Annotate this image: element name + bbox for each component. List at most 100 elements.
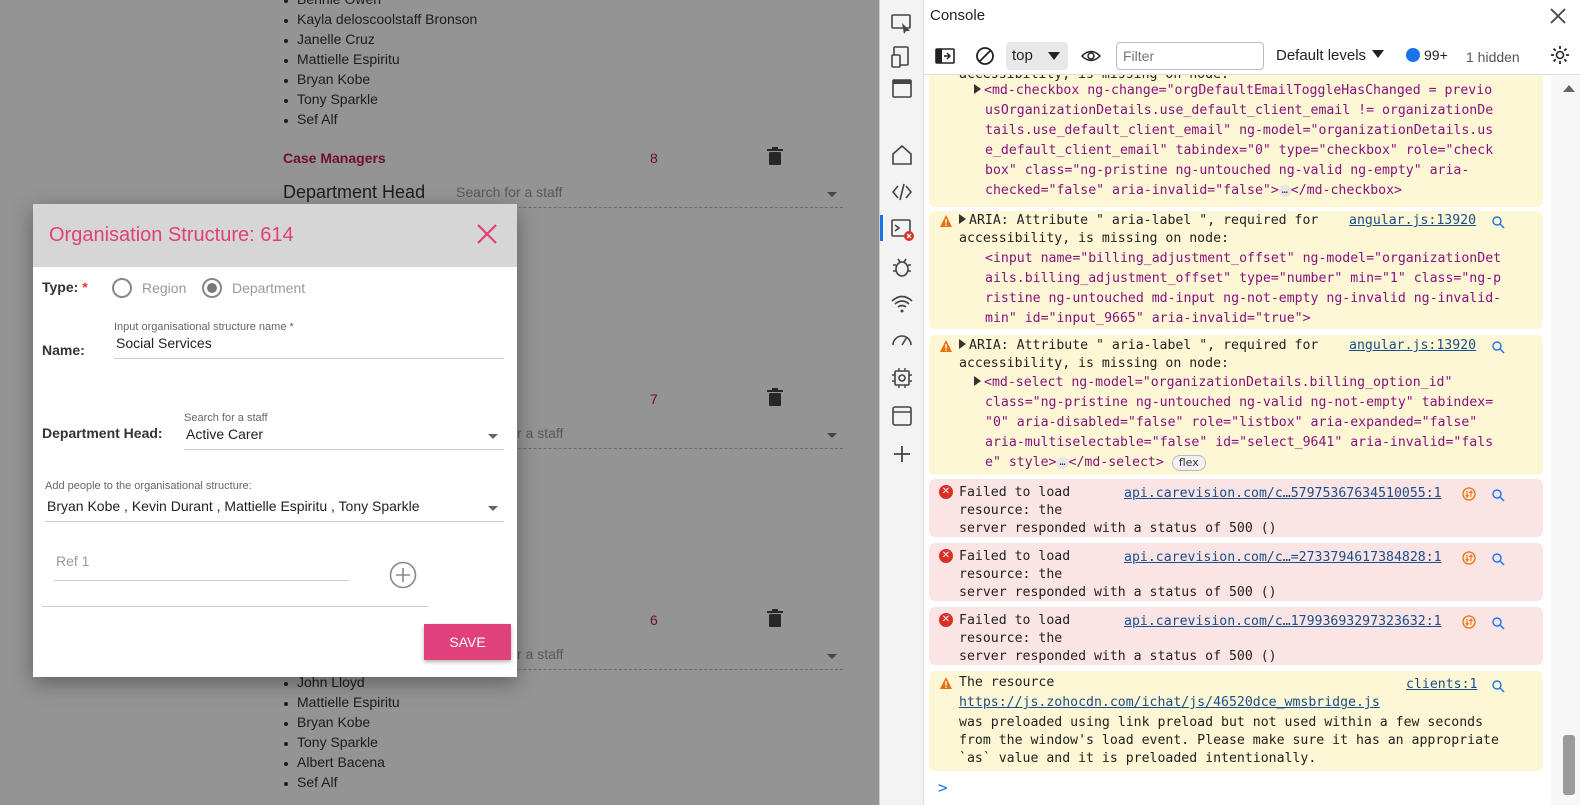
code-line: tails.use_default_client_email" ng-model… [985, 123, 1494, 138]
source-link[interactable]: api.carevision.com/c…17993693297323632:1 [1124, 612, 1442, 632]
source-link[interactable]: api.carevision.com/c…=2733794617384828:1 [1124, 548, 1442, 568]
network-request-icon[interactable] [1462, 551, 1476, 565]
source-link[interactable]: clients:1 [1406, 675, 1477, 695]
console-warning: ARIA: Attribute " aria-label ", required… [929, 335, 1543, 475]
code-line: min" id="input_9665" aria-invalid="true"… [985, 311, 1311, 326]
code-line: usOrganizationDetails.use_default_client… [985, 103, 1494, 118]
console-toolbar: top Default levels 99+ 1 hidden [924, 38, 1580, 75]
error-icon: ✕ [939, 549, 953, 563]
performance-icon[interactable] [890, 329, 914, 353]
message-text: The resource [959, 675, 1055, 690]
message-text: accessibility, is missing on node: [959, 231, 1229, 246]
filter-input[interactable] [1116, 42, 1264, 70]
code-line: <input name="billing_adjustment_offset" … [985, 251, 1502, 266]
console-icon[interactable] [890, 217, 914, 241]
clear-console-icon[interactable] [974, 45, 996, 67]
warning-icon [940, 340, 952, 352]
dialog-header: Organisation Structure: 614 [33, 204, 517, 267]
sidebar-toggle-icon[interactable] [934, 45, 956, 67]
dialog-title: Organisation Structure: 614 [49, 224, 294, 246]
console-log: accessibility, is missing on node: <md-c… [924, 75, 1549, 777]
add-circle-icon[interactable] [389, 561, 417, 589]
console-warning: accessibility, is missing on node: <md-c… [929, 75, 1543, 207]
name-input[interactable]: Social Services [114, 335, 504, 359]
people-label: Add people to the organisational structu… [45, 480, 252, 492]
warning-icon [940, 215, 952, 227]
error-line: server responded with a status of 500 () [959, 649, 1277, 664]
window-icon[interactable] [890, 77, 914, 101]
error-line: server responded with a status of 500 () [959, 585, 1277, 600]
source-link[interactable]: api.carevision.com/c…57975367634510055:1 [1124, 484, 1442, 504]
app-background: Bennie OwenKayla deloscoolstaff BronsonJ… [0, 0, 879, 805]
console-scrollbar[interactable] [1551, 75, 1580, 805]
expand-triangle-icon[interactable] [959, 339, 966, 349]
radio-region[interactable] [112, 278, 132, 298]
code-text: e" style> [985, 455, 1057, 470]
console-prompt[interactable]: > [938, 778, 948, 797]
search-icon[interactable] [1491, 552, 1505, 566]
radio-department-label: Department [232, 280, 306, 296]
levels-label: Default levels [1276, 47, 1367, 64]
devtools-panel: Console top Default levels 99+ 1 hidden … [879, 0, 1580, 805]
error-line: Failed to load [959, 613, 1071, 628]
console-warning: ARIA: Attribute " aria-label ", required… [929, 211, 1543, 329]
home-icon[interactable] [890, 143, 914, 167]
scroll-up-icon[interactable] [1563, 85, 1575, 92]
elements-icon[interactable] [890, 180, 914, 204]
gear-icon[interactable] [1549, 44, 1571, 66]
search-icon[interactable] [1491, 616, 1505, 630]
flex-badge[interactable]: flex [1171, 455, 1206, 471]
ellipsis-button[interactable]: … [1056, 457, 1069, 469]
expand-triangle-icon[interactable] [974, 84, 981, 94]
radio-department[interactable] [202, 278, 222, 298]
network-icon[interactable] [890, 292, 914, 316]
expand-triangle-icon[interactable] [974, 376, 981, 386]
application-icon[interactable] [890, 404, 914, 428]
dept-head-value: Active Carer [186, 426, 264, 442]
department-head-label: Department Head: [42, 425, 163, 441]
error-line: server responded with a status of 500 () [959, 521, 1277, 536]
memory-icon[interactable] [890, 366, 914, 390]
plus-icon[interactable] [890, 442, 914, 466]
search-icon[interactable] [1491, 488, 1505, 502]
close-icon[interactable] [475, 222, 499, 246]
message-text: accessibility, is missing on node: [959, 356, 1229, 371]
people-multiselect[interactable]: Bryan Kobe , Kevin Durant , Mattielle Es… [45, 498, 504, 522]
bug-icon[interactable] [890, 255, 914, 279]
network-request-icon[interactable] [1462, 487, 1476, 501]
type-label-text: Type: [42, 279, 79, 295]
devtools-activity-bar [880, 0, 924, 805]
eye-icon[interactable] [1080, 45, 1102, 67]
device-toolbar-icon[interactable] [890, 45, 914, 69]
radio-region-label: Region [142, 280, 187, 296]
search-icon[interactable] [1491, 679, 1505, 693]
code-line: <md-checkbox ng-change="orgDefaultEmailT… [974, 81, 1492, 101]
context-value: top [1012, 47, 1033, 64]
hidden-count: 1 hidden [1466, 49, 1520, 65]
save-button[interactable]: SAVE [424, 624, 511, 660]
code-line: checked="false" aria-invalid="false">… </… [985, 181, 1402, 201]
default-levels-dropdown[interactable]: Default levels [1276, 47, 1385, 64]
search-icon[interactable] [1491, 340, 1505, 354]
source-link[interactable]: angular.js:13920 [1349, 336, 1476, 356]
department-head-select[interactable]: Active Carer [184, 426, 504, 450]
search-icon[interactable] [1491, 215, 1505, 229]
expand-triangle-icon[interactable] [959, 214, 966, 224]
context-select[interactable]: top [1006, 42, 1068, 70]
console-panel: Console top Default levels 99+ 1 hidden … [924, 0, 1580, 805]
active-indicator [880, 215, 883, 241]
chevron-down-icon [488, 506, 498, 511]
inspect-element-icon[interactable] [890, 12, 914, 36]
scroll-thumb[interactable] [1563, 735, 1575, 795]
source-link[interactable]: angular.js:13920 [1349, 211, 1476, 231]
network-request-icon[interactable] [1462, 615, 1476, 629]
close-icon[interactable] [1547, 5, 1569, 27]
resource-url-link[interactable]: https://js.zohocdn.com/ichat/js/46520dce… [959, 693, 1380, 713]
ellipsis-button[interactable]: … [1278, 185, 1291, 197]
issues-counter[interactable]: 99+ [1406, 47, 1448, 63]
ref-input[interactable]: Ref 1 [54, 553, 349, 581]
code-line: ristine ng-untouched md-input ng-not-emp… [985, 291, 1502, 306]
code-line: box" class="ng-pristine ng-untouched ng-… [985, 163, 1470, 178]
chevron-down-icon [488, 434, 498, 439]
message-text: ARIA: Attribute " aria-label ", required… [959, 211, 1318, 231]
